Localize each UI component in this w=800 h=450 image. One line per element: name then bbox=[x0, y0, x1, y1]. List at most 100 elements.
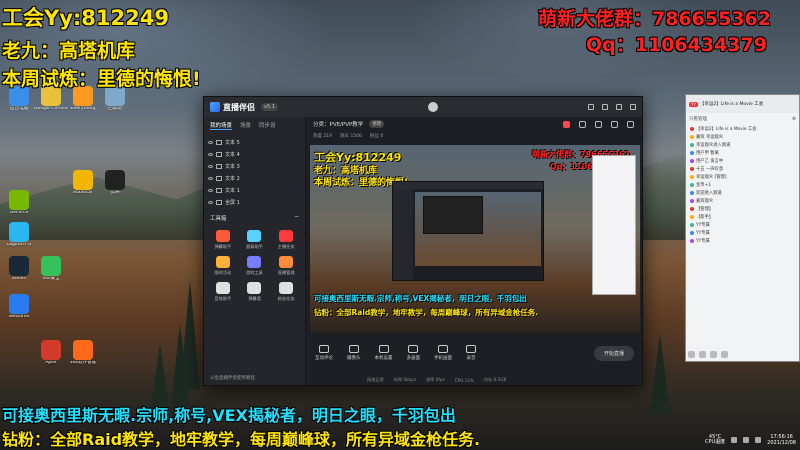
chat-settings-icon[interactable]: ⚙ bbox=[792, 117, 796, 122]
control-button[interactable]: 手机画面 bbox=[434, 345, 452, 361]
visibility-icon[interactable] bbox=[208, 200, 213, 204]
chat-line[interactable]: 【幸运2】Life is a Movie 工会 bbox=[686, 125, 799, 133]
edit-category-button[interactable]: 修改 bbox=[369, 120, 385, 128]
scene-item[interactable]: 全屏 1 bbox=[208, 196, 301, 208]
gift-icon[interactable] bbox=[563, 121, 570, 128]
minimize-icon[interactable] bbox=[601, 104, 608, 110]
desktop-icon[interactable]: 剪映 bbox=[98, 170, 132, 196]
tool-button[interactable]: 粉丝任务 bbox=[271, 282, 301, 302]
control-button[interactable]: 录音 bbox=[466, 345, 476, 361]
visibility-icon[interactable] bbox=[208, 140, 213, 144]
chat-line[interactable]: 欢迎进入频道 bbox=[686, 189, 799, 197]
chat-text: YY专属 bbox=[696, 223, 710, 228]
chat-line[interactable]: YY专属 bbox=[686, 221, 799, 229]
close-icon[interactable] bbox=[629, 104, 636, 110]
chat-line[interactable]: 用户甲 暂离 bbox=[686, 149, 799, 157]
chat-text: YY专属 bbox=[696, 239, 710, 244]
tool-button[interactable]: 直播管理 bbox=[271, 256, 301, 276]
maximize-icon[interactable] bbox=[615, 104, 622, 110]
chat-line[interactable]: 【管理】 bbox=[686, 205, 799, 213]
visibility-icon[interactable] bbox=[208, 188, 213, 192]
tool-button[interactable]: 限时活动 bbox=[208, 256, 238, 276]
desktop-icon[interactable]: Apex bbox=[34, 340, 68, 366]
lock-icon[interactable] bbox=[579, 121, 586, 128]
menu-icon[interactable] bbox=[587, 104, 594, 110]
settings-icon[interactable] bbox=[611, 121, 618, 128]
tab-sync[interactable]: 同步设 bbox=[259, 121, 276, 130]
desktop-icon[interactable]: GeForce bbox=[2, 190, 36, 216]
scene-item[interactable]: 文本 3 bbox=[208, 160, 301, 172]
chat-line[interactable]: 幸运观众进入频道 bbox=[686, 141, 799, 149]
control-button[interactable]: 摄像头 bbox=[347, 345, 361, 361]
tool-button[interactable]: 弹幕墙 bbox=[240, 282, 270, 302]
chat-filter[interactable]: 只看管理 bbox=[689, 116, 707, 122]
source-icon bbox=[216, 187, 222, 193]
scene-item[interactable]: 文本 4 bbox=[208, 148, 301, 160]
chat-line[interactable]: 幸运观众 [管理] bbox=[686, 173, 799, 181]
scene-item[interactable]: 文本 2 bbox=[208, 172, 301, 184]
tool-button[interactable]: 音效助手 bbox=[208, 282, 238, 302]
ime-icon[interactable] bbox=[755, 437, 762, 443]
desktop-icon[interactable]: WeGame bbox=[2, 294, 36, 320]
chat-line[interactable]: 【新手】 bbox=[686, 213, 799, 221]
chat-line[interactable]: 用户乙 发言中 bbox=[686, 157, 799, 165]
cpu-temp[interactable]: 45°C CPU温度 bbox=[705, 434, 725, 446]
tool-button[interactable]: 游戏工具 bbox=[240, 256, 270, 276]
desktop-icon-label: Everything bbox=[70, 107, 96, 111]
chat-text: 幸运观众 [管理] bbox=[696, 175, 727, 180]
desktop-icon[interactable]: Rockstar bbox=[66, 170, 100, 196]
chat-line[interactable]: YY专属 bbox=[686, 229, 799, 237]
toolbox-collapse-icon[interactable]: − bbox=[294, 214, 299, 222]
visibility-icon[interactable] bbox=[208, 152, 213, 156]
chat-window[interactable]: YY 【幸运2】Life is a Movie 工会 只看管理 ⚙ 【幸运2】L… bbox=[685, 94, 800, 362]
app-icon bbox=[73, 170, 93, 190]
go-live-button[interactable]: 开始直播 bbox=[593, 345, 634, 361]
desktop-icon-label: 360安全 bbox=[42, 277, 60, 281]
more-icon[interactable] bbox=[721, 350, 728, 358]
app-icon bbox=[9, 294, 29, 314]
app-titlebar: 直播伴侣 v5.1 bbox=[204, 97, 642, 117]
desktop-icon[interactable]: 360软件管家 bbox=[66, 340, 100, 366]
network-icon[interactable] bbox=[731, 437, 738, 443]
visibility-icon[interactable] bbox=[208, 176, 213, 180]
volume-icon[interactable] bbox=[743, 437, 750, 443]
control-label: 手机画面 bbox=[434, 356, 452, 361]
chat-text: 【管理】 bbox=[696, 207, 714, 212]
desktop-icon[interactable]: 360安全 bbox=[34, 256, 68, 282]
toolbox-title: 工具箱 bbox=[210, 216, 227, 222]
control-button[interactable]: 本机设置 bbox=[375, 345, 393, 361]
live-companion-window[interactable]: 直播伴侣 v5.1 我的场景 场景 同步设 文本 5 文本 4 文本 3 文本 2 文本… bbox=[203, 96, 643, 386]
share-icon[interactable] bbox=[627, 121, 634, 128]
desktop-icon[interactable]: Logitech G bbox=[2, 222, 36, 248]
chat-line[interactable]: YY专属 bbox=[686, 237, 799, 245]
scene-item[interactable]: 文本 5 bbox=[208, 136, 301, 148]
control-button[interactable]: 互动评论 bbox=[315, 345, 333, 361]
chat-text: 用户甲 暂离 bbox=[696, 151, 719, 156]
tool-button[interactable]: 弹幕助手 bbox=[208, 230, 238, 250]
tool-icon bbox=[247, 282, 262, 294]
desktop-icon[interactable]: Steam bbox=[2, 256, 36, 282]
tab-scenes[interactable]: 场景 bbox=[240, 121, 251, 130]
image-icon[interactable] bbox=[699, 350, 706, 358]
chat-line[interactable]: 十五 一声叹息 bbox=[686, 165, 799, 173]
gift-icon[interactable] bbox=[710, 350, 717, 358]
control-icon bbox=[438, 345, 448, 353]
chat-line[interactable]: 嘉宾观众 bbox=[686, 197, 799, 205]
monitor-icon[interactable] bbox=[595, 121, 602, 128]
stat-fans: 粉丝 0 bbox=[369, 134, 384, 139]
user-avatar[interactable] bbox=[427, 102, 438, 112]
tool-button[interactable]: 超级助手 bbox=[240, 230, 270, 250]
tab-my-scenes[interactable]: 我的场景 bbox=[210, 121, 233, 130]
chat-text: 十五 一声叹息 bbox=[696, 167, 724, 172]
clock[interactable]: 17:56:16 2021/12/08 bbox=[767, 434, 796, 446]
scene-item[interactable]: 文本 1 bbox=[208, 184, 301, 196]
tutorial-link[interactable]: 斗鱼直播伴侣使用教程 bbox=[210, 375, 255, 381]
control-button[interactable]: 多画面 bbox=[407, 345, 420, 361]
emoji-icon[interactable] bbox=[688, 350, 695, 358]
chat-line[interactable]: 嘉宾 幸运观众 bbox=[686, 133, 799, 141]
tool-button[interactable]: 主播任务 bbox=[271, 230, 301, 250]
overlay-services: 可接奥西里斯无暇.宗师,称号,VEX揭秘者，明日之眼，千羽包出 bbox=[2, 406, 456, 425]
stream-preview[interactable]: 工会Yy:812249 老九：高塔机库 本周试炼：里德的悔恨! 萌新大佬群：78… bbox=[310, 145, 640, 333]
chat-line[interactable]: 金币+1 bbox=[686, 181, 799, 189]
visibility-icon[interactable] bbox=[208, 164, 213, 168]
